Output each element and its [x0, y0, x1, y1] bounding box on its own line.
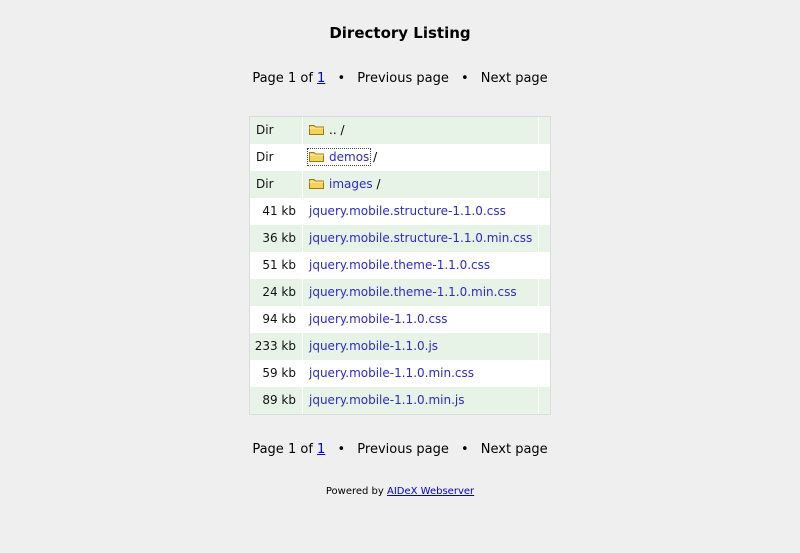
file-row: 51 kb jquery.mobile.theme-1.1.0.css [250, 252, 550, 279]
name-cell: jquery.mobile.theme-1.1.0.css [303, 252, 539, 279]
name-cell: jquery.mobile.structure-1.1.0.min.css [303, 225, 539, 252]
row-end-cell [539, 198, 550, 225]
pager-bullet: • [337, 71, 346, 86]
size-cell: 51 kb [250, 252, 303, 279]
name-cell: jquery.mobile.theme-1.1.0.min.css [303, 279, 539, 306]
size-cell: 89 kb [250, 387, 303, 414]
path-separator: / [373, 150, 378, 164]
file-row: 59 kb jquery.mobile-1.1.0.min.css [250, 360, 550, 387]
file-listing-table: Dir.. / Dir demos / Dir images /41 kb jquery.… [249, 116, 551, 415]
size-cell: 41 kb [250, 198, 303, 225]
file-link[interactable]: jquery.mobile-1.1.0.min.js [309, 393, 464, 407]
directory-row: Dir demos / [250, 144, 550, 171]
file-link[interactable]: jquery.mobile.structure-1.1.0.css [309, 204, 506, 218]
folder-link[interactable]: images [329, 177, 373, 191]
file-link[interactable]: jquery.mobile-1.1.0.css [309, 312, 448, 326]
row-end-cell [539, 387, 550, 414]
size-cell: 24 kb [250, 279, 303, 306]
size-cell: Dir [250, 171, 303, 198]
pager-bullet: • [337, 442, 346, 457]
webserver-link[interactable]: AIDeX Webserver [387, 486, 474, 497]
row-end-cell [539, 225, 550, 252]
row-end-cell [539, 144, 550, 171]
pager-total-link[interactable]: 1 [317, 71, 325, 86]
folder-link-wrap[interactable]: demos [306, 148, 372, 166]
row-end-cell [539, 306, 550, 333]
file-link[interactable]: jquery.mobile-1.1.0.min.css [309, 366, 474, 380]
file-row: 233 kb jquery.mobile-1.1.0.js [250, 333, 550, 360]
file-link[interactable]: jquery.mobile.structure-1.1.0.min.css [309, 231, 532, 245]
size-cell: 59 kb [250, 360, 303, 387]
pager-bullet: • [460, 442, 469, 457]
row-end-cell [539, 360, 550, 387]
folder-icon [309, 124, 324, 135]
file-row: 36 kb jquery.mobile.structure-1.1.0.min.c… [250, 225, 550, 252]
path-separator: / [340, 123, 345, 137]
row-end-cell [539, 333, 550, 360]
file-link[interactable]: jquery.mobile.theme-1.1.0.css [309, 258, 490, 272]
row-end-cell [539, 252, 550, 279]
size-cell: 233 kb [250, 333, 303, 360]
path-separator: / [376, 177, 381, 191]
pager-page-label: Page [252, 71, 284, 86]
folder-icon [309, 151, 324, 162]
size-cell: 94 kb [250, 306, 303, 333]
page-title: Directory Listing [329, 24, 471, 42]
size-cell: Dir [250, 117, 303, 144]
file-link[interactable]: jquery.mobile.theme-1.1.0.min.css [309, 285, 517, 299]
previous-page-text: Previous page [357, 71, 449, 86]
name-cell: jquery.mobile.structure-1.1.0.css [303, 198, 539, 225]
file-row: 94 kb jquery.mobile-1.1.0.css [250, 306, 550, 333]
directory-row: Dir.. / [250, 117, 550, 144]
folder-link[interactable]: demos [329, 150, 369, 164]
name-cell: jquery.mobile-1.1.0.js [303, 333, 539, 360]
pager-page-label: Page [252, 442, 284, 457]
name-cell: .. / [303, 117, 539, 144]
size-cell: 36 kb [250, 225, 303, 252]
directory-row: Dir images / [250, 171, 550, 198]
next-page-text: Next page [480, 71, 548, 86]
pager-current: 1 [287, 71, 297, 86]
row-end-cell [539, 279, 550, 306]
next-page-text: Next page [480, 442, 548, 457]
name-cell: jquery.mobile-1.1.0.css [303, 306, 539, 333]
name-cell: images / [303, 171, 539, 198]
file-row: 89 kb jquery.mobile-1.1.0.min.js [250, 387, 550, 414]
folder-link-wrap[interactable]: .. [309, 123, 337, 137]
pager-total-link[interactable]: 1 [317, 442, 325, 457]
pager-current: 1 [287, 442, 297, 457]
file-link[interactable]: jquery.mobile-1.1.0.js [309, 339, 438, 353]
footer-prefix: Powered by [325, 486, 384, 497]
pager-of-label: of [300, 71, 313, 86]
row-end-cell [539, 117, 550, 144]
pager-of-label: of [300, 442, 313, 457]
name-cell: demos / [303, 144, 539, 171]
pager-top: Page 1 of 1 • Previous page • Next page [0, 71, 800, 86]
folder-icon [309, 178, 324, 189]
name-cell: jquery.mobile-1.1.0.min.js [303, 387, 539, 414]
folder-link[interactable]: .. [329, 123, 337, 137]
pager-bottom: Page 1 of 1 • Previous page • Next page [0, 442, 800, 457]
name-cell: jquery.mobile-1.1.0.min.css [303, 360, 539, 387]
previous-page-text: Previous page [357, 442, 449, 457]
pager-bullet: • [460, 71, 469, 86]
size-cell: Dir [250, 144, 303, 171]
footer: Powered by AIDeX Webserver [0, 486, 800, 497]
row-end-cell [539, 171, 550, 198]
file-row: 24 kb jquery.mobile.theme-1.1.0.min.css [250, 279, 550, 306]
folder-link-wrap[interactable]: images [309, 177, 373, 191]
file-row: 41 kb jquery.mobile.structure-1.1.0.css [250, 198, 550, 225]
